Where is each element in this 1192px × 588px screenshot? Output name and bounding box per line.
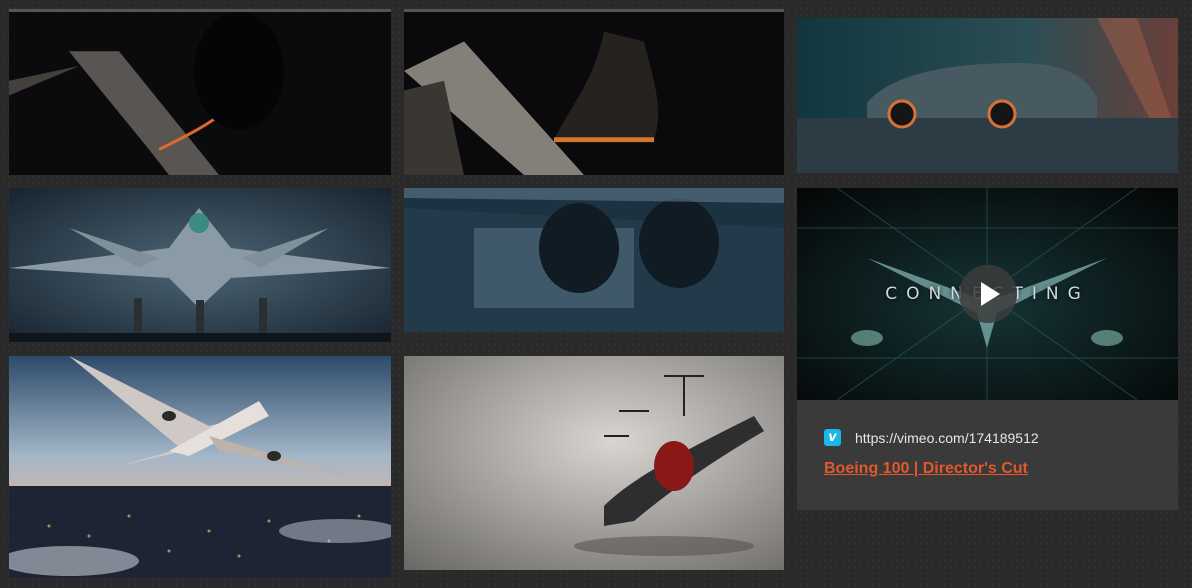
gallery-image-shoe-ramp[interactable] [404,9,784,175]
video-url[interactable]: https://vimeo.com/174189512 [855,430,1039,446]
play-icon [981,282,1000,306]
video-card: CONNECTING v https://vimeo.com/174189512… [797,188,1178,510]
gallery-image-airliner-city[interactable] [9,356,391,578]
video-link-row: v https://vimeo.com/174189512 [824,429,1039,446]
video-title-link[interactable]: Boeing 100 | Director's Cut [824,460,1028,478]
gallery-image-sports-car[interactable] [797,18,1178,173]
gallery-image-evtol[interactable] [404,356,784,570]
play-button[interactable] [959,265,1017,323]
gallery-image-shoe-dark[interactable] [9,9,391,175]
gallery-image-jet-engines[interactable] [404,188,784,332]
gallery-image-fighter-jet[interactable] [9,188,391,342]
video-thumbnail[interactable]: CONNECTING [797,188,1178,400]
vimeo-icon: v [824,429,841,446]
